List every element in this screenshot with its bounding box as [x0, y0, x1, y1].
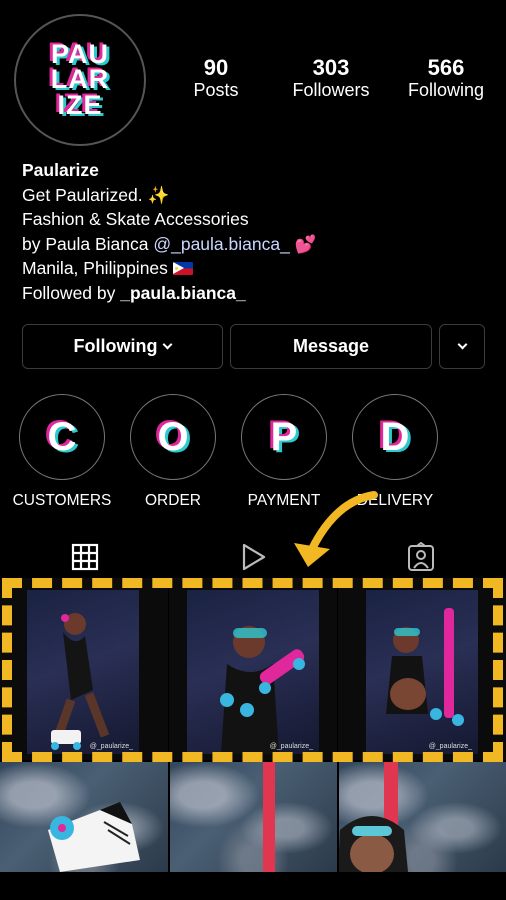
highlight-cover: P: [241, 394, 327, 480]
followed-by-line[interactable]: Followed by _paula.bianca_: [22, 281, 316, 306]
reels-icon: [242, 543, 266, 571]
chevron-down-icon: [163, 339, 173, 349]
grid-icon: [71, 543, 99, 571]
posts-stat[interactable]: 90 Posts: [176, 55, 256, 102]
bio-line-location: Manila, Philippines: [22, 256, 316, 281]
skater-figure-3: [386, 608, 464, 726]
pink-strap: [169, 762, 275, 872]
chevron-down-icon: [457, 339, 467, 349]
following-button[interactable]: Following: [22, 324, 223, 369]
bio-line-owner: by Paula Bianca @_paula.bianca_ 💕: [22, 233, 317, 254]
tagged-icon: [408, 542, 434, 571]
profile-bio: Paularize Get Paularized. ✨ Fashion & Sk…: [22, 158, 316, 306]
annotation-arrow: [294, 491, 378, 567]
post-image: @_paularize_: [187, 590, 319, 754]
post-thumbnail-5[interactable]: [169, 762, 337, 872]
portrait-figure: [338, 762, 408, 872]
philippines-flag-icon: [172, 262, 193, 276]
post-thumbnail-1[interactable]: @_paularize_: [0, 578, 168, 760]
posts-label: Posts: [193, 80, 239, 101]
post-image: @_paularize_: [27, 590, 139, 754]
message-button[interactable]: Message: [230, 324, 432, 369]
post-thumbnail-4[interactable]: [0, 762, 168, 872]
tab-posts-grid[interactable]: [69, 541, 101, 573]
post-thumbnail-3[interactable]: @_paularize_: [338, 578, 506, 760]
bio-line-category: Fashion & Skate Accessories: [22, 209, 249, 230]
following-count: 566: [427, 55, 465, 80]
skater-figure-2: [220, 626, 305, 754]
followers-stat[interactable]: 303 Followers: [291, 55, 371, 102]
paularize-logo: PAU LAR IZE: [50, 38, 110, 120]
post-image: @_paularize_: [366, 590, 478, 754]
bottom-bar: [0, 872, 506, 900]
highlight-order[interactable]: O ORDER: [128, 394, 218, 510]
posts-grid: @_paularize_ @_paularize_ @_paularize_: [0, 578, 506, 872]
following-label: Following: [407, 80, 485, 101]
highlight-cover: O: [130, 394, 216, 480]
followed-by-user: _paula.bianca_: [120, 282, 246, 303]
highlight-cover: D: [352, 394, 438, 480]
highlight-customers[interactable]: C CUSTOMERS: [13, 394, 111, 510]
tab-reels[interactable]: [237, 541, 269, 573]
suggested-accounts-button[interactable]: [439, 324, 485, 369]
tab-tagged[interactable]: [405, 541, 437, 573]
followers-count: 303: [312, 55, 350, 80]
post-thumbnail-6[interactable]: [338, 762, 506, 872]
skate-shoe: [48, 802, 140, 872]
highlight-cover: C: [19, 394, 105, 480]
following-stat[interactable]: 566 Following: [406, 55, 486, 102]
profile-stats: 90 Posts 303 Followers 566 Following: [176, 55, 486, 102]
profile-avatar[interactable]: PAU LAR IZE: [14, 14, 146, 146]
posts-count: 90: [203, 55, 229, 80]
owner-mention-link[interactable]: @_paula.bianca_: [153, 234, 289, 254]
post-thumbnail-2[interactable]: @_paularize_: [169, 578, 337, 760]
profile-name: Paularize: [22, 160, 99, 180]
followers-label: Followers: [292, 80, 370, 101]
skater-figure-1: [51, 613, 110, 750]
bio-line-tagline: Get Paularized. ✨: [22, 184, 170, 205]
